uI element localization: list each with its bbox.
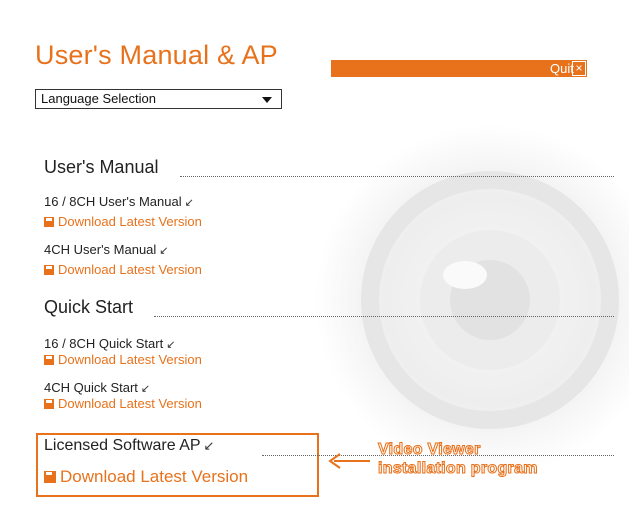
arrow-icon: ↙ <box>203 438 215 453</box>
item-label: 4CH User's Manual ↙ <box>44 242 169 257</box>
section-heading-licensed-software: Licensed Software AP ↙ <box>44 437 215 454</box>
arrow-left-icon <box>328 453 370 469</box>
download-link-licensed-ap[interactable]: Download Latest Version <box>44 467 248 487</box>
download-link[interactable]: Download Latest Version <box>44 352 202 367</box>
floppy-disk-icon <box>44 355 54 365</box>
floppy-disk-icon <box>44 399 54 409</box>
title-bar <box>331 60 587 77</box>
item-label: 16 / 8CH Quick Start ↙ <box>44 336 176 351</box>
chevron-down-icon <box>262 97 272 103</box>
arrow-icon: ↙ <box>140 383 151 395</box>
floppy-disk-icon <box>44 265 54 275</box>
page-title: User's Manual & AP <box>35 40 278 70</box>
dotted-leader <box>180 176 614 177</box>
arrow-icon: ↙ <box>159 245 169 257</box>
download-link[interactable]: Download Latest Version <box>44 396 202 411</box>
section-heading-quick-start: Quick Start <box>44 297 614 321</box>
quit-button[interactable]: Quit <box>550 60 574 77</box>
floppy-disk-icon <box>44 217 54 227</box>
floppy-disk-icon <box>44 471 56 483</box>
section-heading-users-manual: User's Manual <box>44 157 614 181</box>
dotted-leader <box>154 316 614 317</box>
arrow-icon: ↙ <box>184 197 194 209</box>
arrow-icon: ↙ <box>166 339 176 351</box>
callout-annotation: Video Viewer installation program <box>378 441 538 478</box>
item-label: 4CH Quick Start ↙ <box>44 380 151 395</box>
item-label: 16 / 8CH User's Manual ↙ <box>44 194 194 209</box>
close-icon[interactable]: × <box>572 61 586 76</box>
download-link[interactable]: Download Latest Version <box>44 262 202 277</box>
language-select-value: Language Selection <box>41 91 156 106</box>
language-select[interactable]: Language Selection <box>35 89 282 109</box>
download-link[interactable]: Download Latest Version <box>44 214 202 229</box>
